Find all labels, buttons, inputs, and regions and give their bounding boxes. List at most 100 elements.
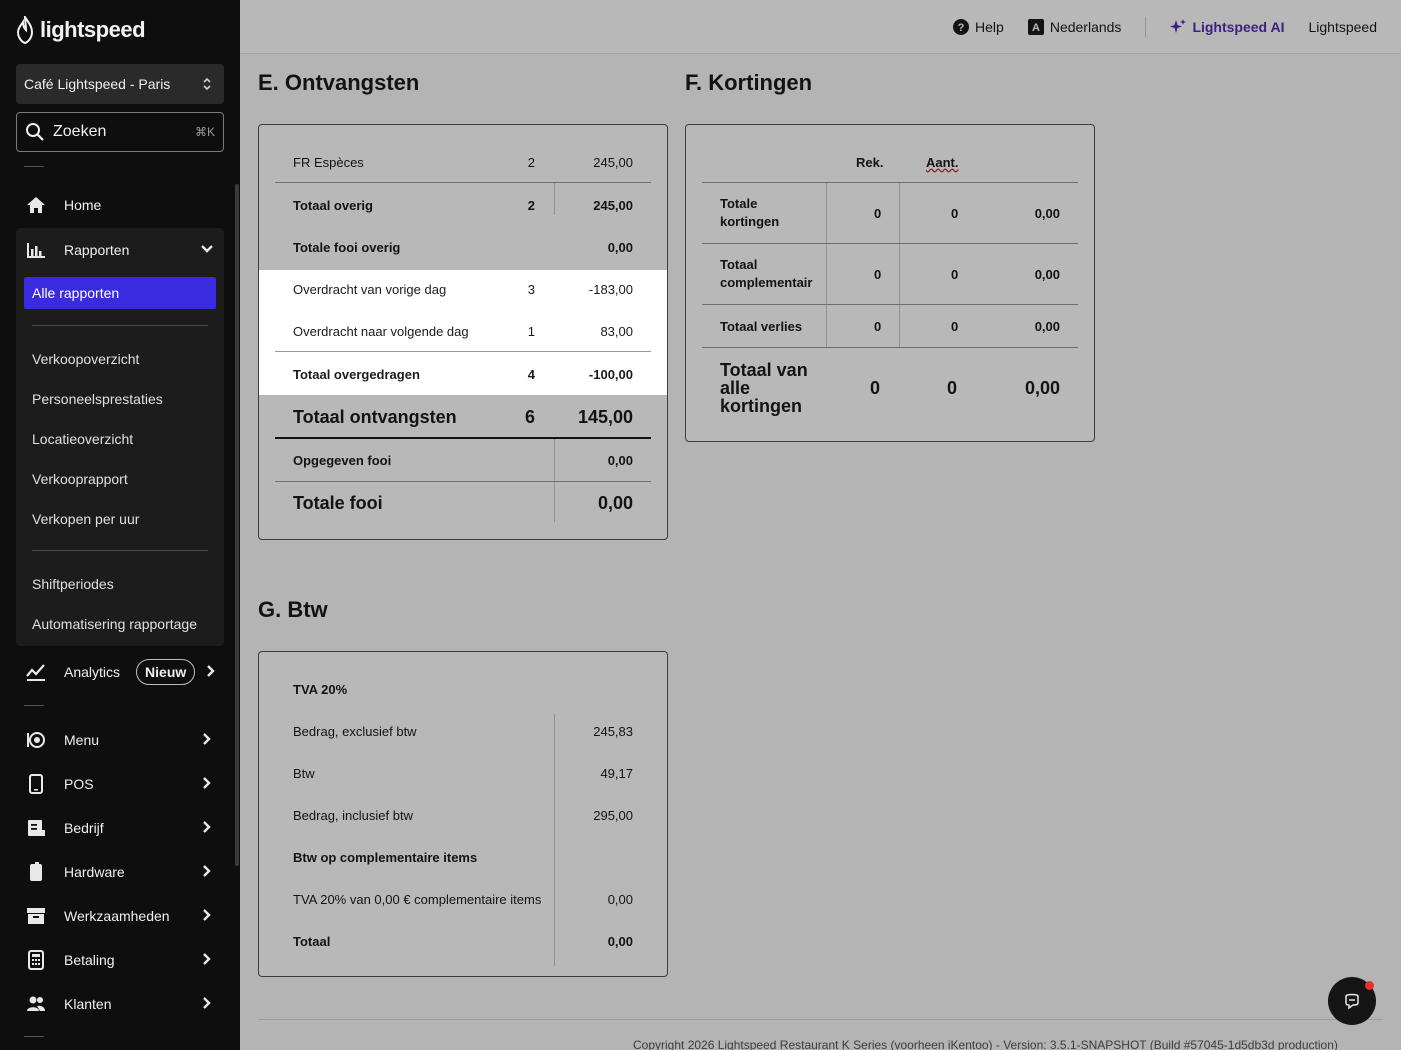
header-rek: Rek. [856,154,884,170]
lightspeed-ai-button[interactable]: Lightspeed AI [1170,18,1284,35]
nav-home[interactable]: Home [16,185,224,225]
footer-divider [258,1019,1383,1020]
row-amount: 245,83 [593,723,633,739]
chat-icon [1345,993,1359,1010]
row-aant: 0 [951,266,959,282]
submenu-shiftperiodes[interactable]: Shiftperiodes [32,568,216,600]
calculator-icon [24,948,48,972]
submenu-verkooprapport[interactable]: Verkooprapport [32,463,216,495]
svg-text:A: A [1032,22,1040,34]
help-link[interactable]: ? Help [953,18,1004,35]
nav-home-label: Home [64,197,102,213]
row-label: TVA 20% [293,681,348,697]
nav-hardware[interactable]: Hardware [16,852,224,892]
row-label: Totaal van alle kortingen [720,360,808,416]
row-count: 2 [527,197,535,213]
divider [1145,16,1147,37]
row-amount: 0,00 [607,452,633,468]
main-content: E. Ontvangsten F. Kortingen G. Btw FR Es… [240,54,1401,1050]
table-row: Overdracht naar volgende dag 1 83,00 [275,316,651,346]
nav-klanten[interactable]: Klanten [16,984,224,1024]
search-icon [26,123,44,141]
nav-menu-label: Menu [64,732,100,748]
row-amount: 0,00 [1034,205,1060,221]
submenu-divider [32,550,208,551]
new-badge: Nieuw [136,659,196,685]
chevron-right-icon [200,776,214,790]
row-amount: 0,00 [1034,318,1060,334]
chevron-right-icon [200,908,214,922]
row-count: 1 [527,323,535,339]
account-menu[interactable]: Lightspeed [1308,19,1377,35]
row-label: Bedrag, inclusief btw [293,807,413,823]
table-row: Totaal 0,00 [275,926,651,956]
nav-analytics[interactable]: Analytics Nieuw [16,652,224,692]
nav-werkzaamheden-label: Werkzaamheden [64,908,170,924]
row-amount: 49,17 [600,765,633,781]
row-label: Totaal complementair [720,257,813,290]
divider [24,166,44,167]
nav-rapporten[interactable]: Rapporten [16,230,224,270]
row-label: Totale fooi [293,492,383,513]
submenu-automatisering[interactable]: Automatisering rapportage [32,608,216,640]
lightspeed-logo[interactable]: lightspeed [16,16,146,44]
top-bar: ? Help A Nederlands Lightspeed AI Lights… [240,0,1401,54]
table-row: Totaal ontvangsten 6 145,00 [275,400,651,434]
nav-rapporten-label: Rapporten [64,242,130,258]
row-amount: 0,00 [607,891,633,907]
row-amount: 245,00 [593,197,633,213]
nav-menu[interactable]: Menu [16,720,224,760]
help-label: Help [975,18,1004,35]
submenu-verkopen-per-uur[interactable]: Verkopen per uur [32,503,216,535]
row-amount: 0,00 [607,239,633,255]
submenu-alle-rapporten[interactable]: Alle rapporten [24,277,216,309]
chat-button[interactable] [1328,977,1376,1025]
flame-icon [16,16,34,44]
nav-pos[interactable]: POS [16,764,224,804]
location-name: Café Lightspeed - Paris [24,76,171,92]
table-row: Totale kortingen 0 0 0,00 [702,193,1078,233]
nav-betaling[interactable]: Betaling [16,940,224,980]
sidebar-scrollbar[interactable] [235,184,239,866]
row-rek: 0 [870,377,881,398]
search-box[interactable]: ⌘K [16,112,224,152]
row-amount: 245,00 [593,154,633,170]
nav-bedrijf[interactable]: Bedrijf [16,808,224,848]
business-icon [24,816,48,840]
row-label: Totale kortingen [720,196,780,229]
language-icon: A [1027,18,1044,35]
bar-chart-icon [24,238,48,262]
submenu-personeelsprestaties[interactable]: Personeelsprestaties [32,383,216,415]
search-input[interactable] [53,123,187,141]
chevron-right-icon [200,952,214,966]
row-amount: 0,00 [1034,266,1060,282]
row-rek: 0 [874,318,882,334]
header-aant: Aant. [926,154,959,170]
submenu-divider [32,325,208,326]
language-selector[interactable]: A Nederlands [1027,18,1121,35]
table-row: Totaal overgedragen 4 -100,00 [275,359,651,389]
nav-werkzaamheden[interactable]: Werkzaamheden [16,896,224,936]
row-aant: 0 [951,205,959,221]
archive-icon [24,904,48,928]
location-selector[interactable]: Café Lightspeed - Paris [16,64,224,104]
chevron-right-icon [200,864,214,878]
row-amount: 0,00 [597,492,633,513]
submenu-verkoopoverzicht[interactable]: Verkoopoverzicht [32,343,216,375]
table-row: Totaal complementair 0 0 0,00 [702,254,1078,294]
table-header: Rek. Aant. [702,147,1078,177]
row-amount: 295,00 [593,807,633,823]
submenu-locatieoverzicht[interactable]: Locatieoverzicht [32,423,216,455]
btw-card: TVA 20% Bedrag, exclusief btw 245,83 Btw… [258,651,668,977]
nav-bedrijf-label: Bedrijf [64,820,104,836]
row-label: Bedrag, exclusief btw [293,723,417,739]
kortingen-card: Rek. Aant. Totale kortingen 0 0 0,00 Tot… [685,124,1095,442]
row-label: Overdracht van vorige dag [293,281,447,297]
row-label: Totaal overig [293,197,373,213]
table-row: Totaal overig 2 245,00 [275,190,651,220]
chevron-right-icon [200,820,214,834]
row-label: Totaal verlies [720,318,803,334]
table-row: Overdracht van vorige dag 3 -183,00 [275,274,651,304]
row-amount: 0,00 [1024,377,1060,398]
table-row: Btw op complementaire items [275,842,651,872]
